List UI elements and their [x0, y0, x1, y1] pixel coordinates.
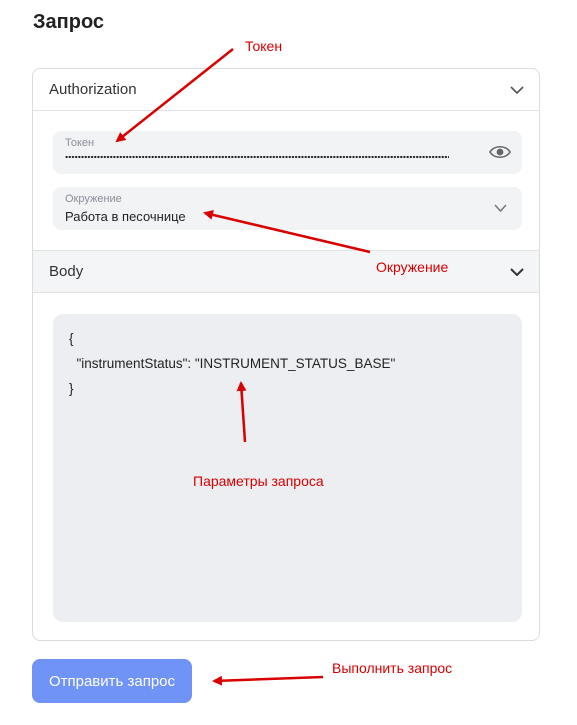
body-header-label: Body: [49, 263, 84, 280]
environment-select[interactable]: Окружение Работа в песочнице: [53, 187, 522, 230]
token-masked-value: [65, 153, 449, 161]
environment-label: Окружение: [65, 193, 122, 205]
token-field[interactable]: Токен: [53, 131, 522, 174]
request-card: Authorization Токен Окружение Работа в п…: [32, 68, 540, 641]
page-title: Запрос: [33, 11, 105, 33]
environment-value: Работа в песочнице: [65, 209, 186, 224]
authorization-section-header[interactable]: Authorization: [33, 69, 539, 111]
annotation-execute: Выполнить запрос: [332, 660, 453, 676]
chevron-down-icon: [494, 204, 507, 212]
code-line: "instrumentStatus": "INSTRUMENT_STATUS_B…: [69, 356, 396, 371]
execute-arrow: [212, 675, 324, 686]
annotation-params: Параметры запроса: [193, 473, 324, 489]
token-label: Токен: [65, 137, 95, 149]
authorization-header-label: Authorization: [49, 81, 137, 98]
send-request-button[interactable]: Отправить запрос: [32, 659, 192, 703]
code-line: {: [69, 331, 74, 346]
request-body-editor[interactable]: { "instrumentStatus": "INSTRUMENT_STATUS…: [53, 314, 522, 622]
body-section-header[interactable]: Body: [33, 250, 539, 293]
chevron-down-icon: [510, 267, 524, 276]
eye-icon[interactable]: [489, 143, 511, 161]
code-line: }: [69, 381, 74, 396]
annotation-environment: Окружение: [376, 259, 449, 275]
chevron-down-icon: [510, 85, 524, 94]
annotation-token: Токен: [245, 38, 283, 54]
